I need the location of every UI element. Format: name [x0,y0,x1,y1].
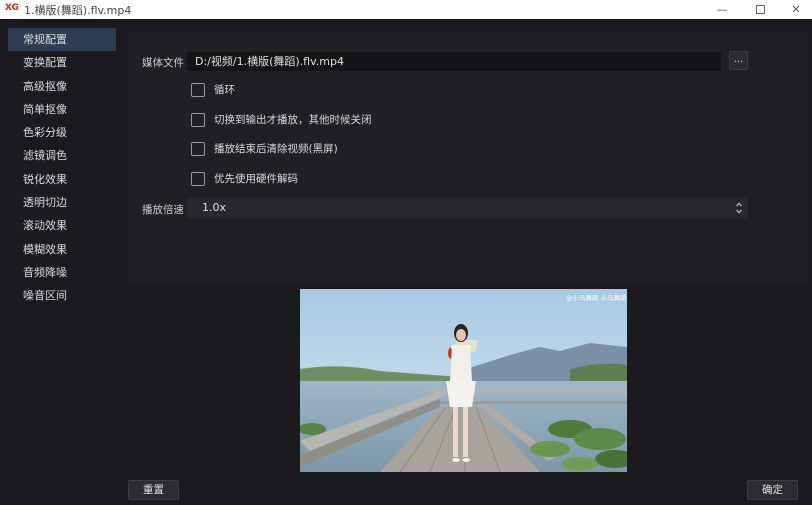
option-hardware-decode[interactable]: 优先使用硬件解码 [191,171,298,186]
minimize-icon: — [716,3,728,16]
speed-value: 1.0x [202,201,227,214]
window-title: 1.横版(舞蹈).flv.mp4 [24,4,132,17]
clear-on-end-checkbox[interactable] [191,141,205,156]
sidebar-item-advanced-keying[interactable]: 高级抠像 [8,75,116,98]
sidebar-item-noise-range[interactable]: 噪音区间 [8,284,116,307]
loop-checkbox[interactable] [191,82,205,97]
minimize-button[interactable]: — [704,0,740,19]
media-file-label: 媒体文件 [142,57,184,69]
sidebar-item-blur[interactable]: 模糊效果 [8,238,116,261]
option-loop[interactable]: 循环 [191,82,235,97]
title-bar: XG 1.横版(舞蹈).flv.mp4 — ✕ [0,0,812,19]
sidebar-item-general[interactable]: 常规配置 [8,28,116,52]
speed-select[interactable]: 1.0x [187,198,748,218]
play-on-output-label: 切换到输出才播放，其他时候关闭 [214,114,372,126]
option-play-on-output[interactable]: 切换到输出才播放，其他时候关闭 [191,112,372,127]
maximize-button[interactable] [742,0,778,19]
video-watermark: @小马舞蹈 小马舞蹈 [566,293,627,302]
config-panel: 媒体文件 D:/视频/1.横版(舞蹈).flv.mp4 ... 循环 切换到输出… [128,32,808,284]
video-preview: @小马舞蹈 小马舞蹈 [300,289,627,472]
sidebar-item-transparent-crop[interactable]: 透明切边 [8,191,116,214]
reset-button[interactable]: 重置 [128,480,179,500]
sidebar-item-simple-keying[interactable]: 简单抠像 [8,98,116,121]
option-clear-on-end[interactable]: 播放结束后清除视频(黑屏) [191,141,338,156]
maximize-icon [755,5,765,14]
play-on-output-checkbox[interactable] [191,112,205,127]
sidebar-item-scroll[interactable]: 滚动效果 [8,214,116,237]
sidebar-item-color-grading[interactable]: 色彩分级 [8,121,116,144]
sidebar-item-filter[interactable]: 滤镜调色 [8,144,116,167]
hardware-decode-checkbox[interactable] [191,171,205,186]
loop-label: 循环 [214,84,235,96]
media-file-field[interactable]: D:/视频/1.横版(舞蹈).flv.mp4 [187,52,721,71]
clear-on-end-label: 播放结束后清除视频(黑屏) [214,143,338,155]
speed-label: 播放倍速 [142,204,184,216]
ok-button[interactable]: 确定 [747,480,798,500]
chevron-updown-icon [736,202,742,214]
sidebar-item-audio-denoise[interactable]: 音频降噪 [8,261,116,284]
sidebar-item-sharpen[interactable]: 锐化效果 [8,168,116,191]
close-button[interactable]: ✕ [778,0,812,19]
browse-button[interactable]: ... [729,51,748,70]
sidebar-item-transform[interactable]: 变换配置 [8,51,116,74]
hardware-decode-label: 优先使用硬件解码 [214,173,298,185]
close-icon: ✕ [791,3,801,16]
app-logo: XG [5,3,19,13]
video-frame: @小马舞蹈 小马舞蹈 [300,289,627,472]
sidebar: 常规配置 变换配置 高级抠像 简单抠像 色彩分级 滤镜调色 锐化效果 透明切边 … [8,28,116,308]
